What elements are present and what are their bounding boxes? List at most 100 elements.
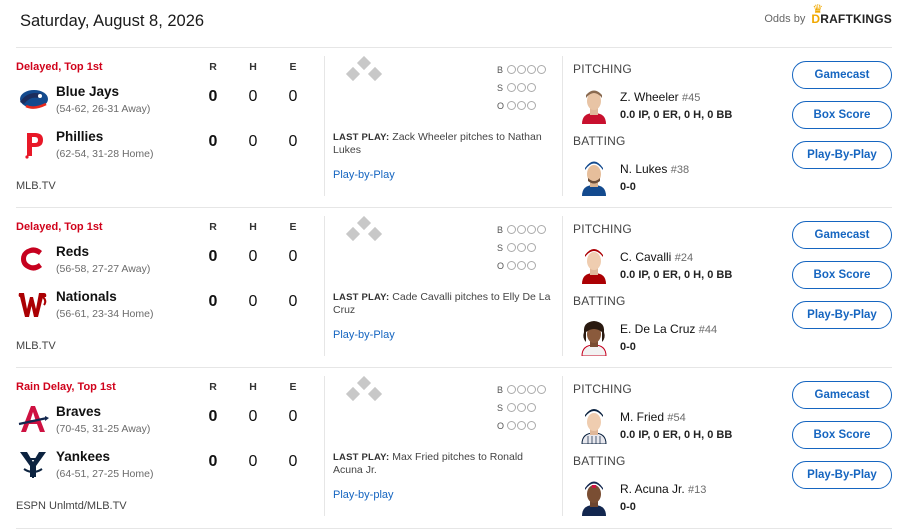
runs-value: 0 — [208, 88, 218, 105]
broadcast-network: MLB.TV — [16, 180, 56, 192]
hits-value: 0 — [248, 133, 258, 150]
hits-value: 0 — [248, 248, 258, 265]
runs-value: 0 — [208, 133, 218, 150]
away-team-row[interactable]: Blue Jays (54-62, 26-31 Away) 0 0 0 — [16, 82, 316, 122]
runs-header: R — [209, 381, 217, 393]
divider — [562, 56, 563, 196]
batter-name[interactable]: R. Acuna Jr. #13 — [620, 482, 706, 496]
pitching-label: PITCHING — [573, 382, 632, 396]
play-by-play-button[interactable]: Play-By-Play — [792, 141, 892, 169]
batter-headshot[interactable] — [580, 318, 608, 356]
pitcher-headshot[interactable] — [580, 86, 608, 124]
batter-stats: 0-0 — [620, 341, 636, 353]
broadcast-network: MLB.TV — [16, 340, 56, 352]
runs-value: 0 — [208, 408, 218, 425]
box-score-button[interactable]: Box Score — [792, 261, 892, 289]
batter-headshot[interactable] — [580, 478, 608, 516]
hits-header: H — [249, 61, 257, 73]
draftkings-logo[interactable]: ♛ DRAFTKINGS — [811, 2, 892, 26]
team-name[interactable]: Yankees — [56, 449, 110, 464]
home-team-row[interactable]: Phillies (62-54, 31-28 Home) 0 0 0 — [16, 127, 316, 167]
blue-jays-logo — [20, 90, 48, 109]
batter-headshot[interactable] — [580, 158, 608, 196]
batting-label: BATTING — [573, 134, 626, 148]
bases-diamond-icon — [345, 216, 383, 242]
runs-value: 0 — [208, 293, 218, 310]
last-play: LAST PLAY: Cade Cavalli pitches to Elly … — [333, 291, 551, 316]
home-team-row[interactable]: Yankees (64-51, 27-25 Home) 0 0 0 — [16, 447, 316, 487]
team-name[interactable]: Nationals — [56, 289, 117, 304]
balls-count: B — [497, 225, 547, 235]
away-team-row[interactable]: Braves (70-45, 31-25 Away) 0 0 0 — [16, 402, 316, 442]
team-name[interactable]: Blue Jays — [56, 84, 119, 99]
errors-value: 0 — [288, 293, 298, 310]
scoreboard-header: Saturday, August 8, 2026 Odds by ♛ DRAFTK… — [0, 0, 908, 44]
odds-by-label: Odds by — [764, 13, 806, 25]
balls-count: B — [497, 65, 547, 75]
play-by-play-button[interactable]: Play-By-Play — [792, 461, 892, 489]
divider — [324, 376, 325, 516]
home-team-row[interactable]: Nationals (56-61, 23-34 Home) 0 0 0 — [16, 287, 316, 327]
divider — [324, 56, 325, 196]
pitcher-stats: 0.0 IP, 0 ER, 0 H, 0 BB — [620, 429, 733, 441]
errors-value: 0 — [288, 88, 298, 105]
team-name[interactable]: Reds — [56, 244, 89, 259]
play-by-play-link[interactable]: Play-by-Play — [333, 169, 395, 181]
play-by-play-button[interactable]: Play-By-Play — [792, 301, 892, 329]
last-play: LAST PLAY: Zack Wheeler pitches to Natha… — [333, 131, 542, 156]
last-play: LAST PLAY: Max Fried pitches to Ronald A… — [333, 451, 524, 476]
game-status: Delayed, Top 1st — [16, 61, 103, 73]
batter-name[interactable]: E. De La Cruz #44 — [620, 322, 717, 336]
outs-count: O — [497, 261, 537, 271]
divider — [562, 216, 563, 356]
nationals-logo — [18, 293, 47, 317]
broadcast-network: ESPN Unlmtd/MLB.TV — [16, 500, 127, 512]
batter-stats: 0-0 — [620, 181, 636, 193]
batter-stats: 0-0 — [620, 501, 636, 513]
errors-header: E — [289, 221, 297, 233]
divider — [562, 376, 563, 516]
pitcher-headshot[interactable] — [580, 246, 608, 284]
team-record: (70-45, 31-25 Away) — [56, 423, 151, 435]
batting-label: BATTING — [573, 294, 626, 308]
away-team-row[interactable]: Reds (56-58, 27-27 Away) 0 0 0 — [16, 242, 316, 282]
play-by-play-link[interactable]: Play-by-play — [333, 489, 394, 501]
gamecast-button[interactable]: Gamecast — [792, 61, 892, 89]
play-by-play-link[interactable]: Play-by-Play — [333, 329, 395, 341]
box-score-button[interactable]: Box Score — [792, 101, 892, 129]
hits-value: 0 — [248, 408, 258, 425]
hits-value: 0 — [248, 453, 258, 470]
hits-value: 0 — [248, 88, 258, 105]
pitcher-name[interactable]: M. Fried #54 — [620, 410, 686, 424]
strikes-count: S — [497, 403, 537, 413]
gamecast-button[interactable]: Gamecast — [792, 381, 892, 409]
runs-value: 0 — [208, 453, 218, 470]
errors-header: E — [289, 61, 297, 73]
pitcher-name[interactable]: C. Cavalli #24 — [620, 250, 693, 264]
errors-header: E — [289, 381, 297, 393]
game-card: Delayed, Top 1st R H E Blue Jays (54-62,… — [16, 47, 892, 207]
team-record: (56-61, 23-34 Home) — [56, 308, 154, 320]
team-name[interactable]: Braves — [56, 404, 101, 419]
gamecast-button[interactable]: Gamecast — [792, 221, 892, 249]
box-score-button[interactable]: Box Score — [792, 421, 892, 449]
pitching-label: PITCHING — [573, 62, 632, 76]
batter-name[interactable]: N. Lukes #38 — [620, 162, 689, 176]
errors-value: 0 — [288, 453, 298, 470]
team-record: (56-58, 27-27 Away) — [56, 263, 151, 275]
braves-logo — [18, 406, 49, 432]
odds-provider[interactable]: Odds by ♛ DRAFTKINGS — [764, 2, 892, 26]
team-name[interactable]: Phillies — [56, 129, 103, 144]
errors-value: 0 — [288, 408, 298, 425]
game-card: Rain Delay, Top 1st R H E Braves (70-45,… — [16, 367, 892, 527]
batting-label: BATTING — [573, 454, 626, 468]
scoreboard-date: Saturday, August 8, 2026 — [20, 12, 205, 30]
yankees-logo — [20, 452, 46, 478]
pitcher-headshot[interactable] — [580, 406, 608, 444]
bases-diamond-icon — [345, 56, 383, 82]
pitcher-name[interactable]: Z. Wheeler #45 — [620, 90, 700, 104]
pitcher-stats: 0.0 IP, 0 ER, 0 H, 0 BB — [620, 109, 733, 121]
divider — [16, 528, 892, 529]
outs-count: O — [497, 421, 537, 431]
hits-value: 0 — [248, 293, 258, 310]
